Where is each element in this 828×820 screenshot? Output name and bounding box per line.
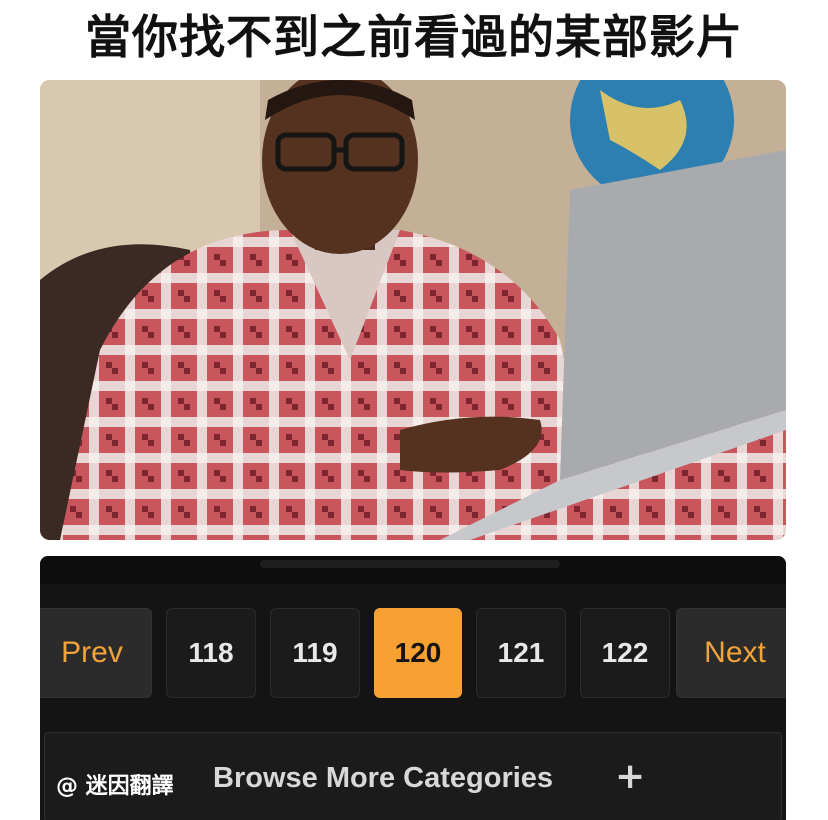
- divider: [260, 560, 560, 568]
- panel-top-strip: [40, 556, 786, 584]
- meme-caption: 當你找不到之前看過的某部影片: [85, 10, 743, 64]
- page-button-122[interactable]: 122: [580, 608, 670, 698]
- page-button-119[interactable]: 119: [270, 608, 360, 698]
- pagination: Prev 118 119 120 121 122 Next: [40, 608, 786, 700]
- page-button-121[interactable]: 121: [476, 608, 566, 698]
- page-button-118[interactable]: 118: [166, 608, 256, 698]
- page-button-120-current[interactable]: 120: [374, 608, 462, 698]
- photo-illustration: [40, 80, 786, 540]
- meme-photo: [40, 80, 786, 540]
- browse-label: Browse More Categories: [213, 762, 554, 794]
- plus-icon: +: [615, 756, 646, 797]
- watermark: @ 迷因翻譯: [56, 774, 174, 799]
- next-button[interactable]: Next: [676, 608, 786, 698]
- prev-button[interactable]: Prev: [40, 608, 152, 698]
